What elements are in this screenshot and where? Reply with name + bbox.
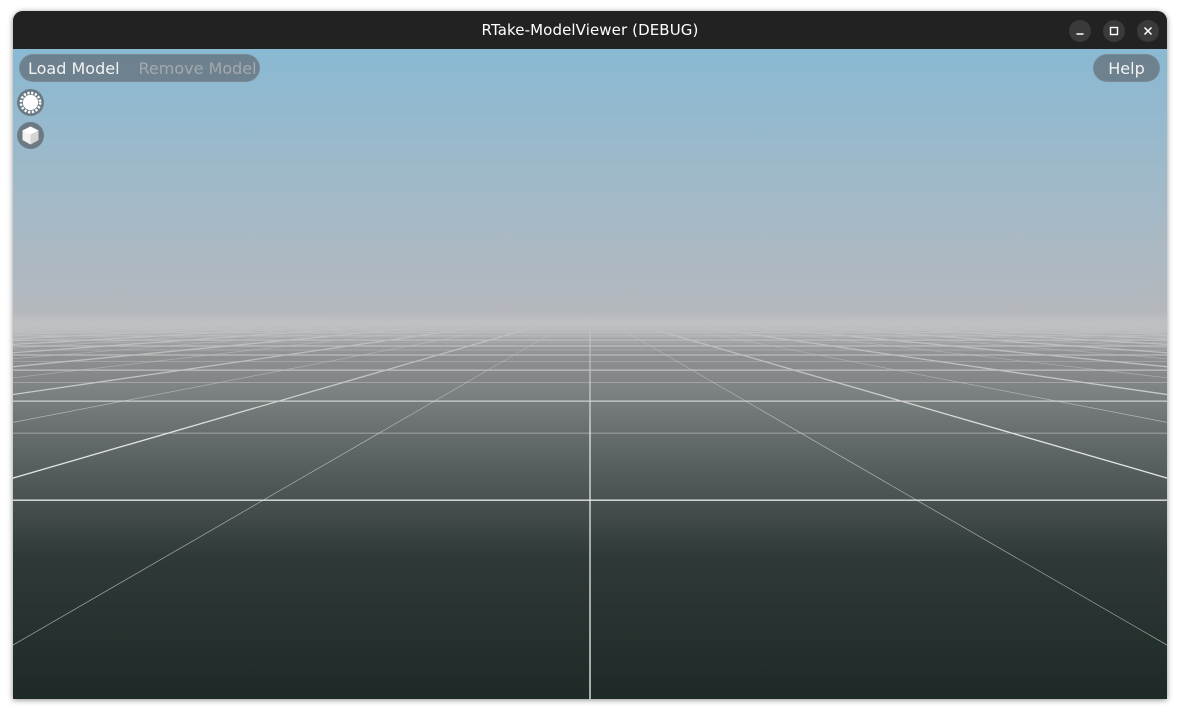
remove-model-button[interactable]: Remove Model bbox=[139, 59, 257, 78]
close-icon bbox=[1143, 26, 1153, 36]
close-button[interactable] bbox=[1137, 20, 1159, 42]
minimize-button[interactable] bbox=[1069, 20, 1091, 42]
title-bar[interactable]: RTake-ModelViewer (DEBUG) bbox=[13, 11, 1167, 49]
sun-gear-icon bbox=[19, 91, 42, 114]
help-button[interactable]: Help bbox=[1093, 54, 1160, 82]
cube-icon bbox=[22, 126, 39, 145]
minimize-icon bbox=[1076, 33, 1084, 35]
lighting-toggle-button[interactable] bbox=[17, 89, 44, 116]
model-toolbar: Load Model Remove Model bbox=[19, 54, 260, 82]
scene-canvas[interactable] bbox=[13, 49, 1167, 699]
model-view-toggle-button[interactable] bbox=[17, 122, 44, 149]
3d-viewport[interactable]: Load Model Remove Model Help bbox=[13, 49, 1167, 699]
window-title: RTake-ModelViewer (DEBUG) bbox=[481, 21, 699, 39]
maximize-button[interactable] bbox=[1103, 20, 1125, 42]
maximize-icon bbox=[1109, 26, 1119, 36]
load-model-button[interactable]: Load Model bbox=[28, 59, 120, 78]
app-window: RTake-ModelViewer (DEBUG) Load Model Rem… bbox=[13, 11, 1167, 699]
